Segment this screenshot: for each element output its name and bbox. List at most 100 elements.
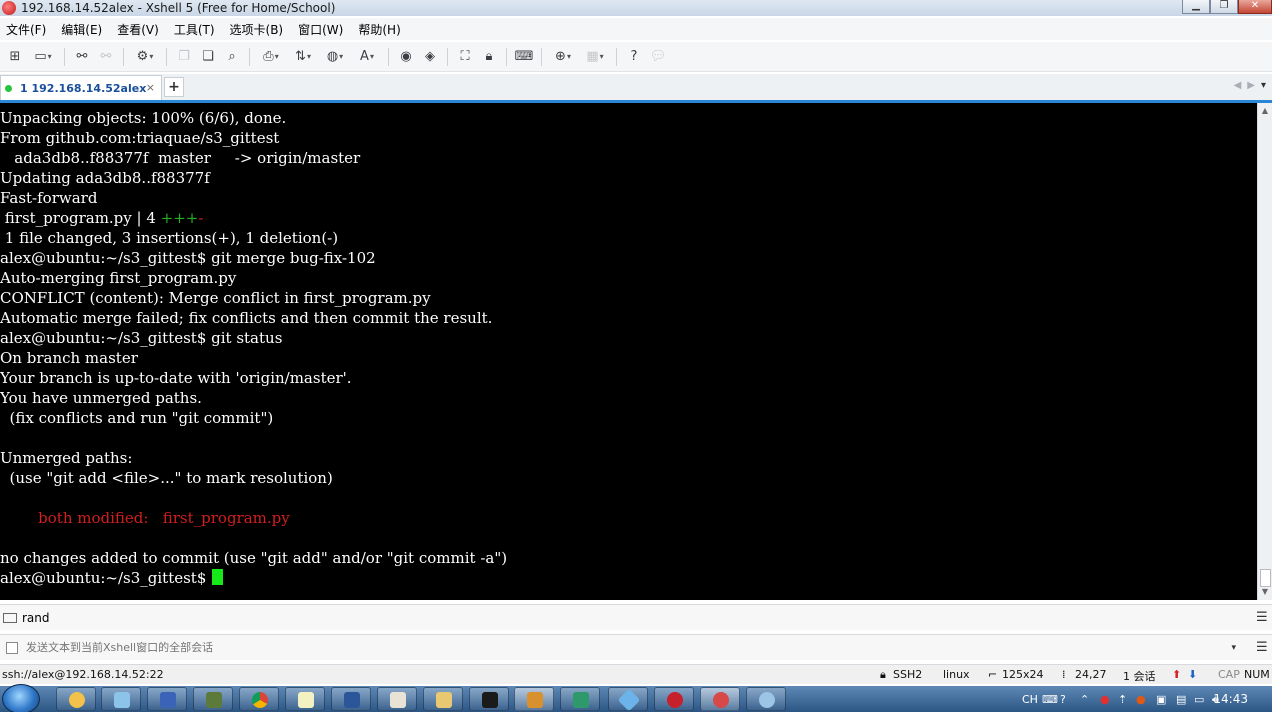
monitor-icon[interactable]: ▭ (1194, 693, 1204, 706)
menu-icon[interactable]: ☰ (1256, 610, 1268, 625)
menu-tools[interactable]: 工具(T) (174, 21, 215, 38)
terminal-line-text: Unmerged paths: (0, 449, 133, 467)
network-icon[interactable]: ⇡ (1118, 693, 1127, 706)
menu-window[interactable]: 窗口(W) (298, 21, 343, 38)
orange-app-icon[interactable]: ● (1136, 693, 1146, 706)
terminal-line-text: first_program.py | 4 (0, 209, 161, 227)
fullscreen-icon[interactable]: ⛶ (456, 48, 474, 66)
menu-tabs[interactable]: 选项卡(B) (230, 21, 284, 38)
add-tab-button[interactable]: + (164, 77, 184, 97)
session-tab[interactable]: 1 192.168.14.52alex × (0, 75, 162, 100)
xshell-icon (713, 692, 729, 708)
taskbar-app-word[interactable] (331, 687, 371, 711)
menu-file[interactable]: 文件(F) (6, 21, 46, 38)
diff-deletions: - (198, 209, 204, 227)
tab-scroll-left-icon[interactable]: ◀ (1234, 80, 1242, 91)
taskbar-app-red[interactable] (654, 687, 694, 711)
reconnect-icon[interactable]: ⚯ (73, 48, 91, 66)
menu-help[interactable]: 帮助(H) (358, 21, 400, 38)
tray-app-icon[interactable]: ▣ (1156, 693, 1166, 706)
compose-input[interactable] (26, 637, 1226, 658)
font-icon[interactable]: A (354, 48, 380, 66)
new-session-icon[interactable]: ⊞ (6, 48, 24, 66)
tab-navigation: ◀ ▶ ▾ (1234, 80, 1266, 91)
cart-icon (527, 692, 543, 708)
unmerged-file-entry: both modified: first_program.py (38, 509, 290, 527)
menu-bar: 文件(F) 编辑(E) 查看(V) 工具(T) 选项卡(B) 窗口(W) 帮助(… (0, 18, 1272, 40)
lock-icon[interactable]: 🔒︎ (480, 48, 498, 66)
terminal-line: (use "git add <file>..." to mark resolut… (0, 468, 507, 488)
print-icon[interactable]: ⎙ (258, 48, 284, 66)
terminal-output[interactable]: Unpacking objects: 100% (6/6), done. From… (0, 103, 1257, 600)
tray-arrow-icon[interactable]: ⌃ (1080, 693, 1089, 706)
scroll-up-icon[interactable]: ▲ (1258, 104, 1272, 118)
taskbar-app-tool[interactable] (101, 687, 141, 711)
taskbar-app-chrome[interactable] (239, 687, 279, 711)
terminal-line-text: Fast-forward (0, 189, 98, 207)
menu-edit[interactable]: 编辑(E) (61, 21, 102, 38)
protocol-label: SSH2 (893, 668, 923, 681)
input-language[interactable]: CH (1022, 693, 1038, 706)
windows-taskbar: CH ⌨ ? ⌃ ● ⇡ ● ▣ ▤ ▭ 🔊︎ 14:43 (0, 684, 1272, 712)
window-title: 192.168.14.52alex - Xshell 5 (Free for H… (21, 1, 336, 15)
transfer-icon[interactable]: ⇅ (290, 48, 316, 66)
terminal-line: Unmerged paths: (0, 448, 507, 468)
toolbar-separator (249, 47, 250, 66)
menu-view[interactable]: 查看(V) (117, 21, 159, 38)
taskbar-app-vm[interactable] (560, 687, 600, 711)
compose-dropdown-icon[interactable]: ▾ (1231, 643, 1236, 653)
xftp-icon[interactable]: ◉ (397, 48, 415, 66)
disconnect-icon: ⚯ (100, 49, 112, 64)
mouse-ibeam-cursor-icon (620, 325, 626, 343)
antivirus-icon[interactable]: ● (1100, 693, 1110, 706)
display-icon[interactable]: ▤ (1176, 693, 1186, 706)
close-window-button[interactable]: ✕ (1238, 0, 1272, 14)
red-app-icon (667, 692, 683, 708)
quick-command-bar: rand ☰ (0, 604, 1272, 630)
taskbar-app-xshell[interactable] (700, 687, 740, 711)
close-tab-icon[interactable]: × (146, 81, 155, 94)
taskbar-app-qq[interactable] (56, 687, 96, 711)
taskbar-app-cart[interactable] (514, 687, 554, 711)
session-properties-icon[interactable]: ⚙ (132, 48, 158, 66)
help-icon[interactable]: ? (1060, 693, 1066, 706)
taskbar-app-notepad[interactable] (285, 687, 325, 711)
start-button[interactable] (2, 684, 40, 712)
taskbar-app-git[interactable] (608, 687, 648, 712)
terminal-scrollbar[interactable]: ▲ ▼ (1257, 103, 1272, 600)
tab-list-dropdown-icon[interactable]: ▾ (1261, 80, 1266, 91)
qq-icon (69, 692, 85, 708)
help-icon[interactable]: ? (625, 48, 643, 66)
keyboard-icon[interactable]: ⌨ (1042, 693, 1058, 706)
window-controls: ▁ ❐ ✕ (1182, 0, 1272, 14)
terminal-line-text: (fix conflicts and run "git commit") (0, 409, 274, 427)
find-icon[interactable]: ⌕ (223, 48, 241, 66)
terminal-icon (482, 692, 498, 708)
scroll-down-icon[interactable]: ▼ (1258, 585, 1272, 599)
paste-icon[interactable]: ❏ (199, 48, 217, 66)
terminal-line-text: Your branch is up-to-date with 'origin/m… (0, 369, 352, 387)
maximize-button[interactable]: ❐ (1210, 0, 1238, 14)
taskbar-app-save[interactable] (147, 687, 187, 711)
add-script-icon[interactable]: ⊕ (550, 48, 576, 66)
menu-icon[interactable]: ☰ (1256, 640, 1268, 655)
minimize-button[interactable]: ▁ (1182, 0, 1210, 14)
open-folder-icon[interactable]: ▭ (30, 48, 56, 66)
keyboard-icon[interactable]: ⌨ (515, 48, 534, 66)
taskbar-app-terminal[interactable] (469, 687, 509, 711)
tab-scroll-right-icon[interactable]: ▶ (1247, 80, 1255, 91)
globe-icon[interactable]: ◍ (322, 48, 348, 66)
compose-checkbox-icon[interactable] (6, 641, 18, 654)
toolbar-separator (616, 47, 617, 66)
taskbar-app-ppt[interactable] (377, 687, 417, 711)
xmanager-icon[interactable]: ◈ (421, 48, 439, 66)
terminal-line: Fast-forward (0, 188, 507, 208)
clock[interactable]: 14:43 (1213, 692, 1248, 706)
quick-command-label[interactable]: rand (22, 611, 50, 625)
taskbar-app-green[interactable] (193, 687, 233, 711)
terminal-cursor (212, 569, 224, 585)
taskbar-app-paint[interactable] (746, 687, 786, 711)
taskbar-app-explorer[interactable] (423, 687, 463, 711)
system-tray: CH ⌨ ? ⌃ ● ⇡ ● ▣ ▤ ▭ 🔊︎ 14:43 (1012, 686, 1272, 712)
